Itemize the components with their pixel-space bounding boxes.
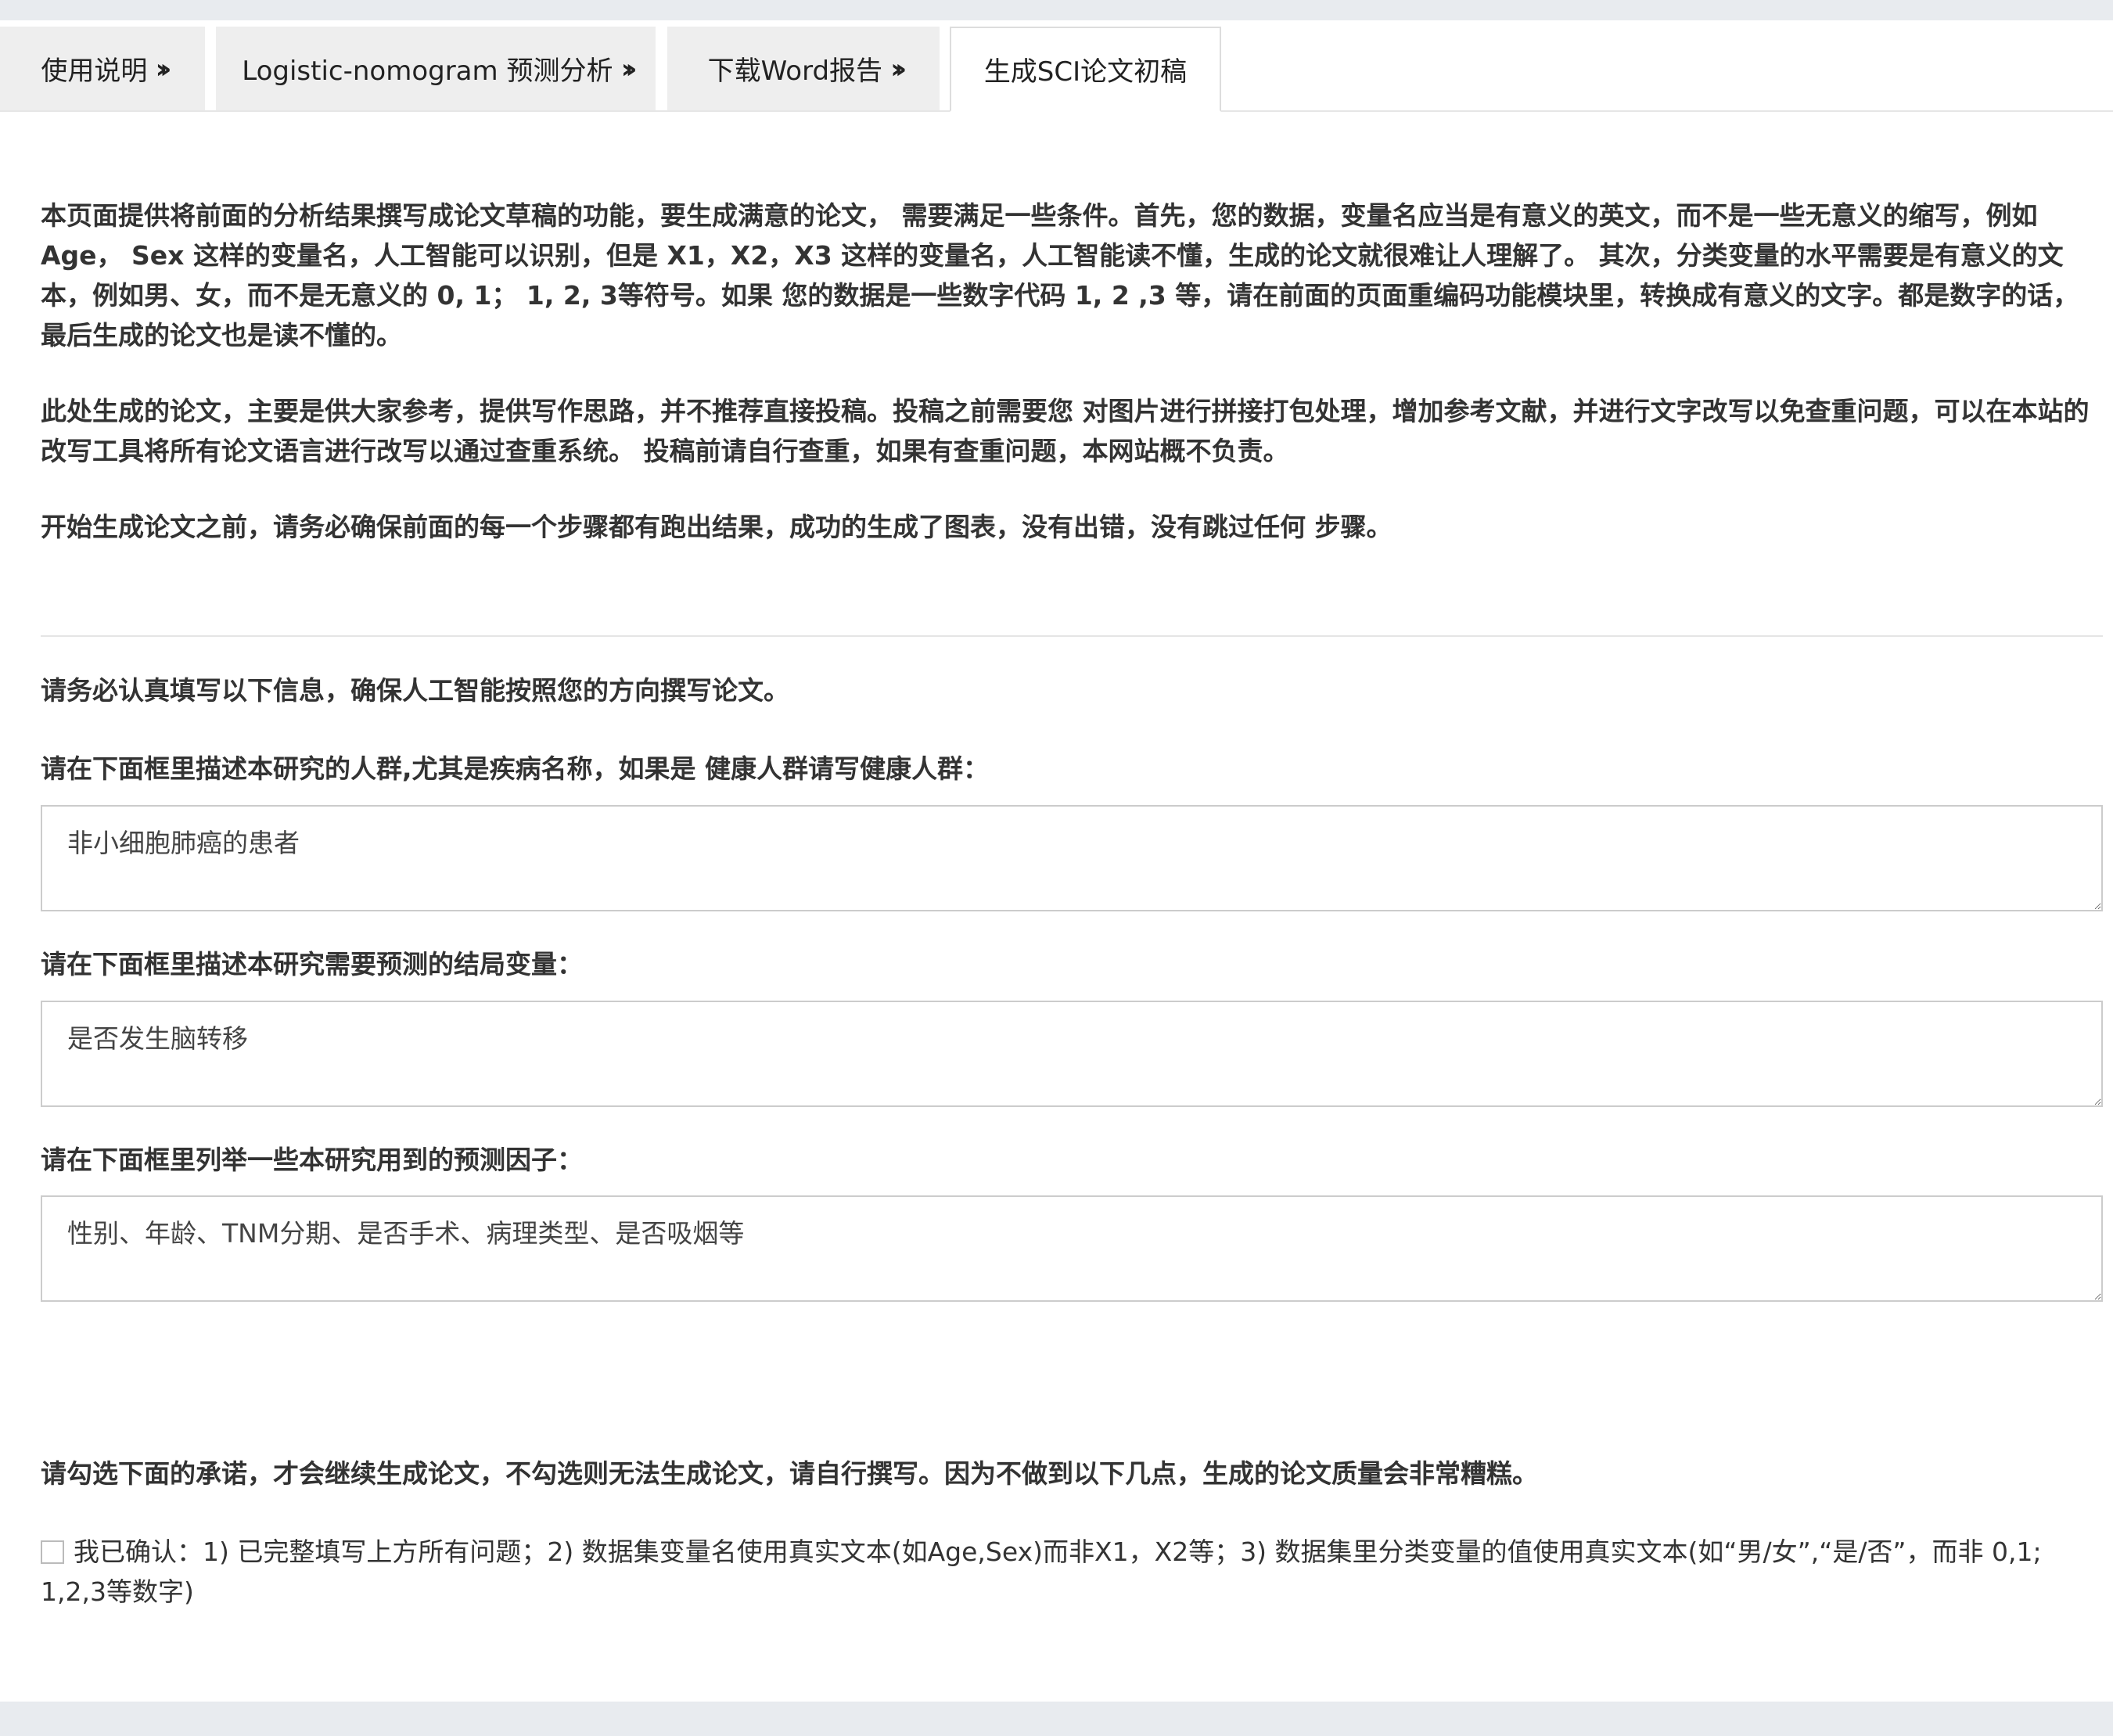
intro-paragraph-disclaimer: 此处生成的论文，主要是供大家参考，提供写作思路，并不推荐直接投稿。投稿之前需要您… [41, 396, 2090, 466]
tab-bar: 使用说明 ›› Logistic-nomogram 预测分析 ›› 下载Word… [0, 27, 2113, 112]
bottom-band [0, 1702, 2113, 1736]
tab-label: 生成SCI论文初稿 [983, 56, 1188, 88]
intro-paragraph-prerequisite: 开始生成论文之前，请务必确保前面的每一个步骤都有跑出结果，成功的生成了图表，没有… [41, 512, 1392, 542]
outcome-label: 请在下面框里描述本研究需要预测的结局变量： [41, 949, 583, 979]
tab-download-word[interactable]: 下载Word报告 ›› [667, 27, 940, 110]
form-heading: 请务必认真填写以下信息，确保人工智能按照您的方向撰写论文。 [41, 675, 789, 706]
section-divider [41, 635, 2103, 637]
intro-section: 本页面提供将前面的分析结果撰写成论文草稿的功能，要生成满意的论文， 需要满足一些… [41, 196, 2103, 583]
outcome-textarea[interactable]: 是否发生脑转移 [41, 1001, 2103, 1107]
predictors-label: 请在下面框里列举一些本研究用到的预测因子： [41, 1145, 583, 1175]
commitment-checkbox-label: 我已确认：1) 已完整填写上方所有问题；2) 数据集变量名使用真实文本(如Age… [41, 1537, 2042, 1607]
commitment-heading: 请勾选下面的承诺，才会继续生成论文，不勾选则无法生成论文，请自行撰写。因为不做到… [41, 1458, 1538, 1489]
commitment-checkbox-row[interactable]: 我已确认：1) 已完整填写上方所有问题；2) 数据集变量名使用真实文本(如Age… [41, 1532, 2103, 1612]
tab-instructions[interactable]: 使用说明 ›› [0, 27, 205, 110]
tab-label: 下载Word报告 [707, 56, 883, 87]
intro-paragraph-requirements: 本页面提供将前面的分析结果撰写成论文草稿的功能，要生成满意的论文， 需要满足一些… [41, 200, 2079, 350]
double-chevron-right-icon: ›› [620, 52, 638, 84]
population-textarea[interactable]: 非小细胞肺癌的患者 [41, 805, 2103, 911]
predictors-textarea[interactable]: 性别、年龄、TNM分期、是否手术、病理类型、是否吸烟等 [41, 1195, 2103, 1302]
commitment-checkbox[interactable] [41, 1540, 64, 1564]
population-label: 请在下面框里描述本研究的人群,尤其是疾病名称，如果是 健康人群请写健康人群： [41, 753, 990, 784]
top-band [0, 0, 2113, 20]
tab-logistic-nomogram[interactable]: Logistic-nomogram 预测分析 ›› [216, 27, 656, 110]
double-chevron-right-icon: ›› [155, 52, 172, 84]
tab-label: Logistic-nomogram 预测分析 [242, 56, 613, 87]
tab-label: 使用说明 [41, 56, 148, 87]
tab-generate-sci-paper[interactable]: 生成SCI论文初稿 [950, 27, 1221, 112]
double-chevron-right-icon: ›› [890, 52, 907, 84]
